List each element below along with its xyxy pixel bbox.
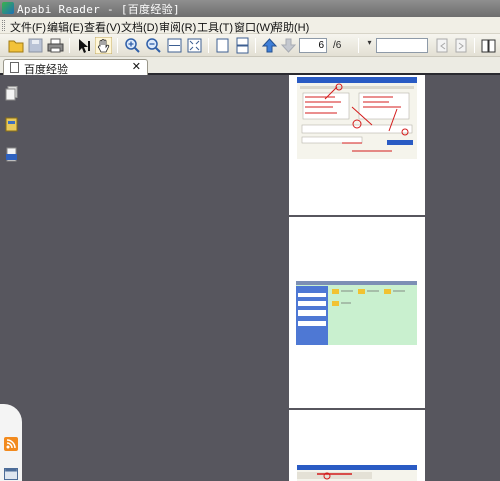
- hand-icon[interactable]: [95, 37, 112, 54]
- toolbar: 6 /6 ▾: [0, 34, 500, 57]
- toolbar-separator: [69, 38, 70, 53]
- menu-view[interactable]: 查看(V): [84, 19, 121, 35]
- menu-review[interactable]: 审阅(R): [159, 19, 196, 35]
- menu-edit[interactable]: 编辑(E): [47, 19, 84, 35]
- toolbar-separator: [208, 38, 209, 53]
- document-icon: [10, 62, 19, 73]
- arrow-up-icon[interactable]: [261, 37, 278, 54]
- save-icon[interactable]: [27, 37, 44, 54]
- menu-window[interactable]: 窗口(W): [234, 19, 274, 35]
- toolbar-separator: [255, 38, 256, 53]
- window-title: Apabi Reader - [百度经验]: [17, 3, 180, 16]
- page-6-sheet: [289, 217, 425, 408]
- menu-file[interactable]: 文件(F): [10, 19, 46, 35]
- menu-bar: 文件(F) 编辑(E) 查看(V) 文档(D) 审阅(R) 工具(T) 窗口(W…: [0, 17, 500, 34]
- zoom-out-icon[interactable]: [145, 37, 162, 54]
- page-7-screenshot-image: [297, 465, 417, 481]
- page-7-sheet: [289, 410, 425, 481]
- folder-open-icon[interactable]: [8, 37, 25, 54]
- page-number-input[interactable]: 6: [299, 38, 327, 53]
- single-page-icon[interactable]: [214, 37, 231, 54]
- page-6-screenshot-image: [296, 281, 417, 345]
- toolbar-separator: [117, 38, 118, 53]
- pages-panel-icon[interactable]: [5, 86, 18, 101]
- continuous-page-icon[interactable]: [234, 37, 251, 54]
- page-total: /6: [333, 40, 342, 51]
- page-5-screenshot-image: [297, 77, 417, 159]
- close-tab-button[interactable]: ✕: [132, 60, 141, 73]
- fit-page-icon[interactable]: [186, 37, 203, 54]
- app-icon: [2, 2, 14, 14]
- annotations-panel-icon[interactable]: [5, 147, 18, 162]
- menu-help[interactable]: 帮助(H): [272, 19, 309, 35]
- toolbar-separator: [474, 38, 475, 53]
- menu-tools[interactable]: 工具(T): [197, 19, 233, 35]
- zoom-in-icon[interactable]: [124, 37, 141, 54]
- find-next-icon[interactable]: [453, 37, 470, 54]
- title-bar: Apabi Reader - [百度经验]: [0, 0, 500, 17]
- find-prev-icon[interactable]: [434, 37, 451, 54]
- document-workspace[interactable]: [0, 75, 500, 481]
- toolbar-separator: [358, 38, 359, 53]
- arrow-down-icon[interactable]: [280, 37, 297, 54]
- document-tab-bar: 百度经验 ✕: [0, 57, 500, 76]
- menu-document[interactable]: 文档(D): [121, 19, 158, 35]
- select-arrow-icon[interactable]: [76, 37, 93, 54]
- zoom-dropdown[interactable]: ▾: [365, 38, 374, 53]
- page-5-sheet: [289, 75, 425, 215]
- fit-width-icon[interactable]: [166, 37, 183, 54]
- document-tab[interactable]: 百度经验 ✕: [3, 59, 148, 76]
- rss-icon[interactable]: [4, 437, 18, 451]
- book-icon[interactable]: [480, 37, 497, 54]
- menubar-grip: [2, 20, 5, 31]
- window-icon[interactable]: [4, 468, 18, 480]
- search-input[interactable]: [376, 38, 428, 53]
- print-icon[interactable]: [47, 37, 64, 54]
- bookmarks-panel-icon[interactable]: [5, 117, 18, 132]
